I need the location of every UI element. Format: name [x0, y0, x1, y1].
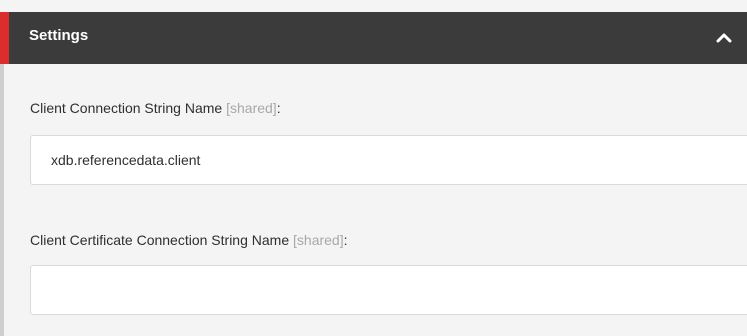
- field-label-text: Client Connection String Name: [30, 100, 223, 116]
- client-certificate-connection-string-input[interactable]: [30, 265, 747, 315]
- client-certificate-connection-string-label: Client Certificate Connection String Nam…: [30, 232, 348, 248]
- shared-tag: [shared]: [226, 100, 277, 116]
- settings-section-header[interactable]: Settings: [0, 12, 747, 64]
- settings-fields: Client Connection String Name [shared]: …: [0, 64, 747, 336]
- field-label-text: Client Certificate Connection String Nam…: [30, 232, 290, 248]
- section-title: Settings: [29, 27, 89, 44]
- client-connection-string-input[interactable]: [30, 135, 747, 185]
- client-connection-string-label: Client Connection String Name [shared]:: [30, 100, 281, 116]
- label-colon: :: [276, 100, 281, 116]
- chevron-up-icon[interactable]: [715, 29, 733, 47]
- label-colon: :: [343, 232, 348, 248]
- settings-panel: Settings Client Connection String Name […: [0, 0, 747, 336]
- shared-tag: [shared]: [293, 232, 344, 248]
